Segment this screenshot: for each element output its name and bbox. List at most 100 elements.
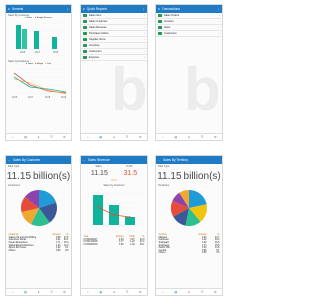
chevron-right-icon: ›	[219, 32, 220, 35]
transaction-icon	[158, 20, 162, 23]
chart-icon[interactable]: ▤	[174, 135, 178, 139]
sales-revenue-panel: ← Sales Revenue Sales Profit 11.15 31.5 …	[80, 155, 148, 296]
general-header: ≡ General ⋮	[6, 5, 71, 13]
svg-text:2018: 2018	[53, 52, 59, 54]
cust-unit: billion(s)	[33, 171, 71, 182]
home-icon[interactable]: ⌂	[11, 290, 15, 294]
sales-customer-panel: ← Sales By Customer Date Type 11.15 bill…	[5, 155, 72, 296]
user-icon[interactable]: ●	[112, 135, 116, 139]
settings-icon[interactable]: ⚙	[213, 290, 217, 294]
home-icon[interactable]: ⌂	[86, 135, 90, 139]
terr-unit: billion(s)	[183, 171, 221, 182]
sales-territory-panel: ← Sales By Territory Date Type 11.15 bil…	[155, 155, 223, 296]
settings-icon[interactable]: ⚙	[63, 135, 67, 139]
chevron-right-icon: ›	[144, 20, 145, 23]
settings-icon[interactable]: ⚙	[63, 290, 67, 294]
trans-item[interactable]: Customers ›	[156, 31, 222, 37]
chevron-right-icon: ›	[144, 26, 145, 29]
trans-title: Transactions	[161, 7, 180, 11]
rev-header: ← Sales Revenue	[81, 156, 147, 164]
chart-icon[interactable]: ▤	[99, 135, 103, 139]
rev-col1: Sales	[95, 165, 102, 168]
more-icon[interactable]: ⋮	[217, 7, 220, 11]
report-icon	[83, 44, 87, 47]
chevron-right-icon: ›	[144, 32, 145, 35]
chart-icon[interactable]: ▤	[24, 290, 28, 294]
svg-text:2016: 2016	[20, 52, 26, 54]
table-row: Others 0.50 4.5	[158, 252, 220, 255]
table-row: FY2018/2019 3.38 1.32 39.1	[83, 244, 145, 247]
transaction-icon	[158, 26, 162, 29]
chevron-right-icon: ›	[219, 14, 220, 17]
user-icon[interactable]: ●	[37, 135, 41, 139]
report-icon	[83, 38, 87, 41]
settings-icon[interactable]: ⚙	[138, 135, 142, 139]
chevron-right-icon: ›	[144, 50, 145, 53]
list-icon[interactable]: ☰	[50, 135, 54, 139]
bottom-nav: ⌂ ▤ ● ☰ ⚙	[6, 133, 71, 140]
menu-icon[interactable]: ≡	[83, 7, 85, 11]
cust-filter[interactable]: Date Type	[8, 165, 69, 168]
rev-bar-chart	[87, 192, 143, 225]
menu-icon[interactable]: ≡	[8, 7, 10, 11]
chevron-right-icon: ›	[144, 14, 145, 17]
bottom-nav: ⌂ ▤ ● ☰ ⚙	[81, 288, 147, 295]
chevron-right-icon: ›	[144, 56, 145, 59]
back-icon[interactable]: ←	[8, 158, 11, 162]
list-icon[interactable]: ☰	[125, 135, 129, 139]
bottom-nav: ⌂ ▤ ● ☰ ⚙	[81, 133, 147, 140]
quick-item[interactable]: Expense ›	[81, 55, 147, 61]
list-icon[interactable]: ☰	[200, 135, 204, 139]
bar-2016b	[22, 29, 27, 49]
more-icon[interactable]: ⋮	[66, 7, 69, 11]
home-icon[interactable]: ⌂	[86, 290, 90, 294]
user-icon[interactable]: ●	[187, 135, 191, 139]
transaction-icon	[158, 32, 162, 35]
bottom-nav: ⌂ ▤ ● ☰ ⚙	[156, 288, 222, 295]
svg-text:2019: 2019	[61, 97, 67, 99]
terr-table: Territory Amount% Midwest 2.64 23.7 Northea…	[158, 234, 220, 255]
bar-fy16	[93, 195, 103, 225]
terr-header: ← Sales By Territory	[156, 156, 222, 164]
list-icon[interactable]: ☰	[50, 290, 54, 294]
list-icon[interactable]: ☰	[200, 290, 204, 294]
rev-pct: 31.5	[111, 178, 117, 182]
home-icon[interactable]: ⌂	[11, 135, 15, 139]
trans-header: ≡ Transactions ⋮	[156, 5, 222, 13]
chevron-right-icon: ›	[219, 26, 220, 29]
transactions-panel: b ≡ Transactions ⋮ Sales Orders › Invoice…	[155, 4, 223, 141]
home-icon[interactable]: ⌂	[161, 290, 165, 294]
user-icon[interactable]: ●	[112, 290, 116, 294]
settings-icon[interactable]: ⚙	[213, 135, 217, 139]
more-icon[interactable]: ⋮	[142, 7, 145, 11]
rev-big1: 11.15	[90, 170, 108, 177]
back-icon[interactable]: ←	[83, 158, 86, 162]
line-gross	[13, 72, 67, 94]
list-icon[interactable]: ☰	[125, 290, 129, 294]
cust-big-value: 11.15	[6, 171, 32, 182]
user-icon[interactable]: ●	[187, 290, 191, 294]
home-icon[interactable]: ⌂	[161, 135, 165, 139]
user-icon[interactable]: ●	[37, 290, 41, 294]
back-icon[interactable]: ←	[158, 158, 161, 162]
settings-icon[interactable]: ⚙	[138, 290, 142, 294]
bar-2017	[34, 31, 39, 49]
quick-reports-panel: b ≡ Quick Reports ⋮ Sales Item › Sales Cu…	[80, 4, 148, 141]
bar-2016	[16, 25, 21, 49]
chart-icon[interactable]: ▤	[24, 135, 28, 139]
svg-text:2018: 2018	[45, 97, 51, 99]
report-icon	[83, 26, 87, 29]
general-title: General	[11, 7, 24, 11]
terr-filter[interactable]: Date Type	[158, 165, 220, 168]
report-icon	[83, 20, 87, 23]
menu-icon[interactable]: ≡	[158, 7, 160, 11]
chart-icon[interactable]: ▤	[99, 290, 103, 294]
bar-fy18	[125, 217, 135, 225]
rev-big2: 31.5	[123, 170, 138, 177]
terr-title: Sales By Territory	[163, 158, 188, 162]
report-icon	[83, 14, 87, 17]
chart-icon[interactable]: ▤	[174, 290, 178, 294]
bar-chart: 2016 2017 2018	[12, 22, 68, 54]
report-icon	[83, 32, 87, 35]
chevron-right-icon: ›	[144, 38, 145, 41]
